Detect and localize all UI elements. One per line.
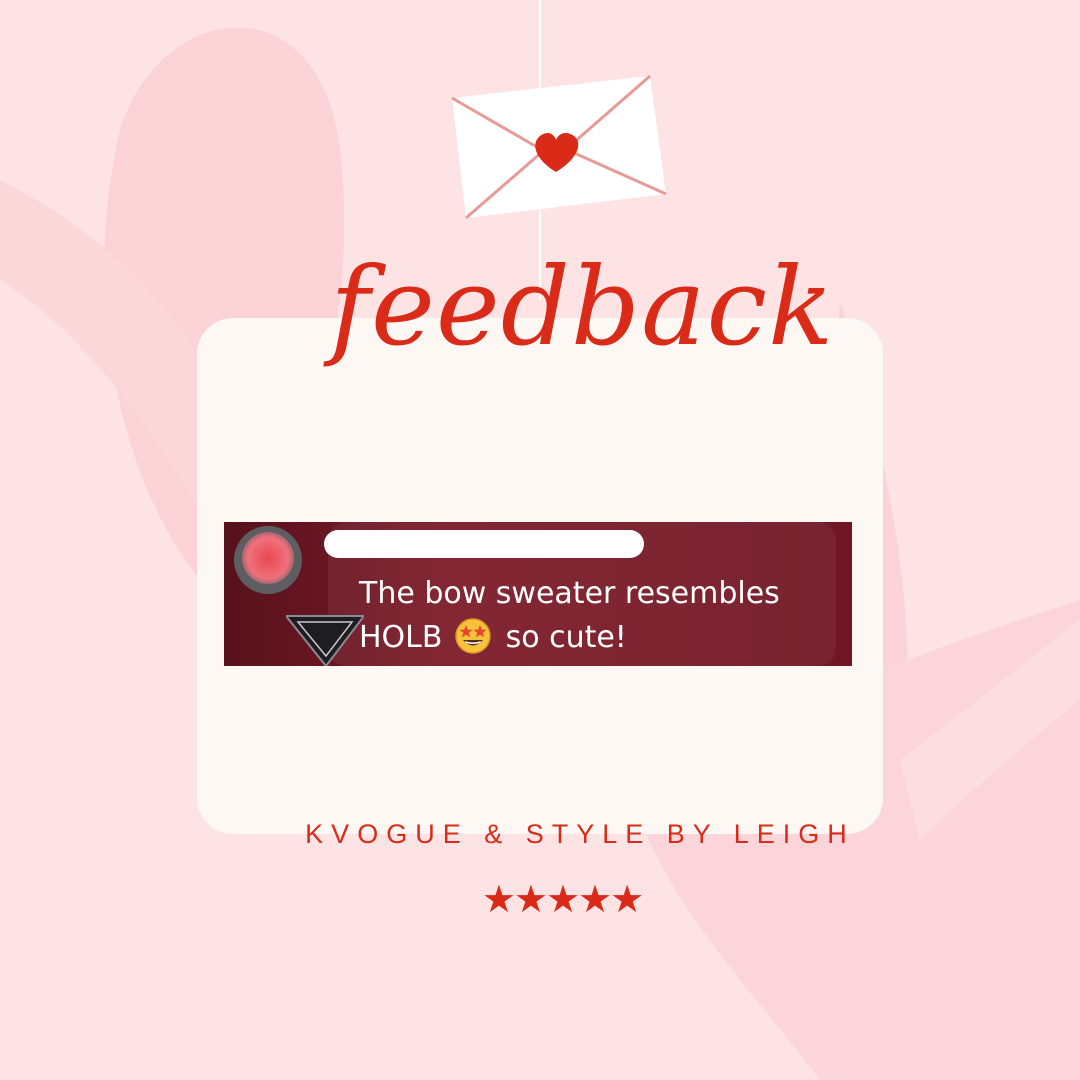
avatar [234,526,302,594]
triangle-logo-icon [286,615,364,666]
redacted-username [324,530,644,558]
comment-line-1: The bow sweater resembles [359,576,780,611]
comment-text: The bow sweater resembles HOLB so cute! [359,572,839,660]
envelope-icon [451,74,667,220]
star-struck-emoji-icon [455,618,491,654]
star-rating: ★★★★★ [481,877,644,921]
comment-line-2-end: so cute! [505,620,627,655]
comment-screenshot: The bow sweater resembles HOLB so cute! [224,522,852,666]
page-title: feedback [330,245,835,370]
brand-name: KVOGUE & STYLE BY LEIGH [305,819,855,849]
comment-line-2-start: HOLB [359,620,443,655]
